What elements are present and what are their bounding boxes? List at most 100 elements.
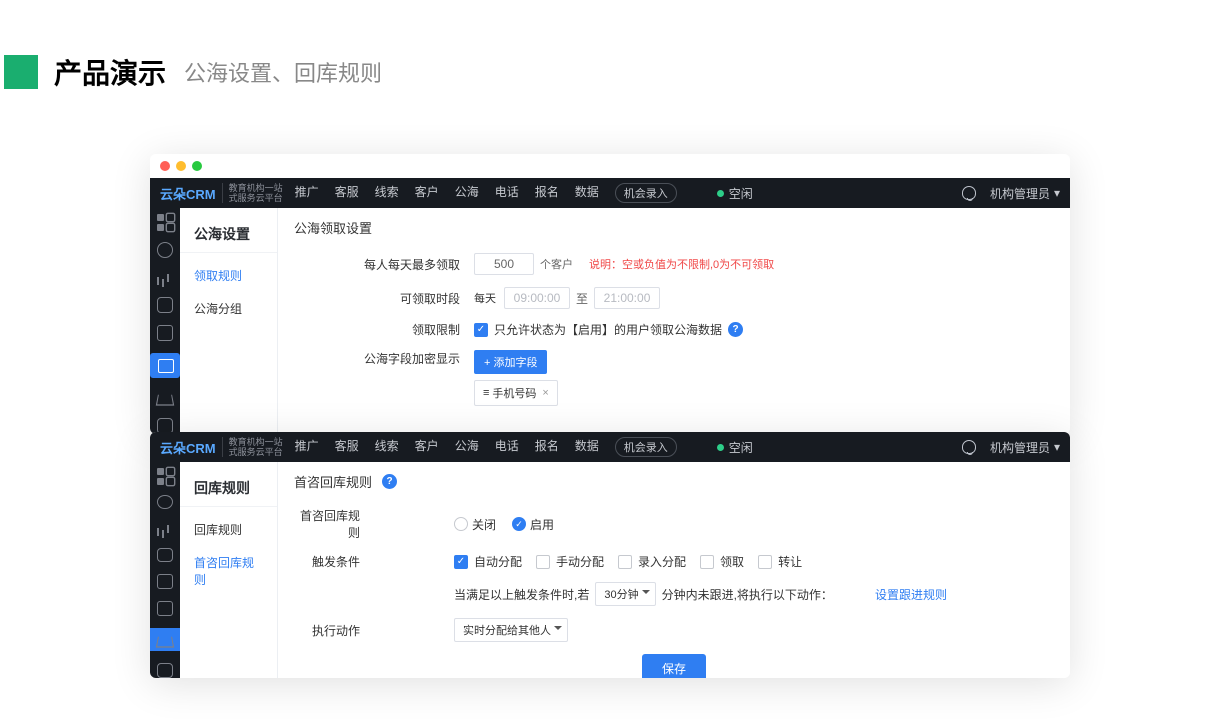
- radio-on[interactable]: 启用: [512, 516, 554, 533]
- rail-active-icon[interactable]: [150, 353, 180, 379]
- chevron-down-icon[interactable]: ▾: [1054, 186, 1060, 200]
- chk-auto-assign[interactable]: 自动分配: [454, 553, 522, 570]
- rail-chart-icon[interactable]: [157, 270, 173, 286]
- radio-off[interactable]: 关闭: [454, 516, 496, 533]
- input-time-to[interactable]: 21:00:00: [594, 287, 660, 309]
- row-enable: 首咨回库规则 关闭 启用: [294, 507, 1054, 541]
- menu2-public-sea[interactable]: 公海: [455, 437, 479, 457]
- bell-icon-2[interactable]: [962, 440, 976, 454]
- bell-icon[interactable]: [962, 186, 976, 200]
- rail-shield-icon[interactable]: [157, 242, 173, 258]
- label-enable: 首咨回库规则: [294, 507, 374, 541]
- status-text-2: 空闲: [729, 439, 753, 456]
- rail2-person-icon[interactable]: [157, 663, 173, 678]
- section-title-2: 首咨回库规则 ?: [294, 472, 1054, 491]
- menu-signup[interactable]: 报名: [535, 183, 559, 203]
- chk-manual-assign[interactable]: 手动分配: [536, 553, 604, 570]
- sidebar2-item-return[interactable]: 回库规则: [180, 513, 277, 546]
- dd-exec-action[interactable]: 实时分配给其他人: [454, 618, 568, 642]
- close-dot-icon[interactable]: [160, 161, 170, 171]
- chk-claim[interactable]: 领取: [700, 553, 744, 570]
- user-label-2[interactable]: 机构管理员: [990, 439, 1050, 456]
- menu2-leads[interactable]: 线索: [375, 437, 399, 457]
- row-max-claim: 每人每天最多领取 500 个客户 说明：空或负值为不限制,0为不可领取: [294, 253, 1054, 275]
- sidebar-2: 回库规则 回库规则 首咨回库规则: [180, 462, 278, 678]
- tag-text: 手机号码: [492, 385, 536, 401]
- top-menu: 推广 客服 线索 客户 公海 电话 报名 数据 机会录入: [295, 183, 677, 203]
- help-icon-2[interactable]: ?: [382, 474, 397, 489]
- menu-data[interactable]: 数据: [575, 183, 599, 203]
- icon-rail-2: [150, 462, 180, 678]
- menu-public-sea[interactable]: 公海: [455, 183, 479, 203]
- rail2-shield-icon[interactable]: [157, 495, 173, 510]
- link-follow-rule[interactable]: 设置跟进规则: [875, 586, 947, 603]
- menu2-phone[interactable]: 电话: [495, 437, 519, 457]
- menu2-signup[interactable]: 报名: [535, 437, 559, 457]
- label-mask-fields: 公海字段加密显示: [294, 350, 474, 367]
- rail-user-icon[interactable]: [157, 297, 173, 313]
- menu-leads[interactable]: 线索: [375, 183, 399, 203]
- rail2-active[interactable]: [150, 628, 180, 652]
- icon-rail: [150, 208, 180, 434]
- max-dot-icon[interactable]: [192, 161, 202, 171]
- sidebar-item-groups[interactable]: 公海分组: [180, 292, 277, 325]
- opportunity-input-button-2[interactable]: 机会录入: [615, 437, 677, 457]
- rail2-user-icon[interactable]: [157, 548, 173, 563]
- status-indicator-2[interactable]: 空闲: [717, 439, 753, 456]
- opportunity-input-button[interactable]: 机会录入: [615, 183, 677, 203]
- menu2-cs[interactable]: 客服: [335, 437, 359, 457]
- rail-doc-icon[interactable]: [157, 325, 173, 341]
- slide-header: 产品演示 公海设置、回库规则: [4, 52, 382, 92]
- rail2-apps-icon[interactable]: [157, 468, 173, 483]
- slide-title: 产品演示: [54, 52, 166, 92]
- sidebar: 公海设置 领取规则 公海分组: [180, 208, 278, 434]
- rail2-chart-icon[interactable]: [157, 521, 173, 536]
- menu-phone[interactable]: 电话: [495, 183, 519, 203]
- rail2-doc-icon[interactable]: [157, 574, 173, 589]
- status-text: 空闲: [729, 185, 753, 202]
- remove-tag-icon[interactable]: ×: [542, 387, 548, 399]
- label-claim-limit: 领取限制: [294, 321, 474, 338]
- menu2-data[interactable]: 数据: [575, 437, 599, 457]
- rail2-box-icon[interactable]: [157, 601, 173, 616]
- condition-line: 当满足以上触发条件时,若 30分钟 分钟内未跟进,将执行以下动作： 设置跟进规则: [454, 582, 947, 606]
- row-trigger: 触发条件 自动分配 手动分配 录入分配 领取 转让: [294, 553, 1054, 570]
- mac-traffic-lights: [150, 154, 1070, 178]
- min-dot-icon[interactable]: [176, 161, 186, 171]
- sidebar2-head: 回库规则: [180, 470, 277, 507]
- rail-funnel-icon[interactable]: [157, 390, 173, 406]
- slide-subtitle: 公海设置、回库规则: [184, 56, 382, 88]
- menu2-customers[interactable]: 客户: [415, 437, 439, 457]
- tag-phone: ≡ 手机号码 ×: [474, 380, 558, 406]
- menu-customers[interactable]: 客户: [415, 183, 439, 203]
- sidebar2-item-first-consult[interactable]: 首咨回库规则: [180, 546, 277, 596]
- menu-cs[interactable]: 客服: [335, 183, 359, 203]
- user-label[interactable]: 机构管理员: [990, 185, 1050, 202]
- save-button[interactable]: 保存: [642, 654, 706, 678]
- text-active-only: 只允许状态为【启用】的用户领取公海数据: [494, 321, 722, 338]
- input-time-from[interactable]: 09:00:00: [504, 287, 570, 309]
- input-max-claim[interactable]: 500: [474, 253, 534, 275]
- rail2-funnel-icon: [157, 632, 173, 648]
- menu-promo[interactable]: 推广: [295, 183, 319, 203]
- topbar: 云朵CRM 教育机构一站式服务云平台 推广 客服 线索 客户 公海 电话 报名 …: [150, 178, 1070, 208]
- trigger-checkbox-row: 自动分配 手动分配 录入分配 领取 转让: [454, 553, 812, 570]
- drag-handle-icon[interactable]: ≡: [483, 387, 488, 399]
- checkbox-active-only[interactable]: [474, 323, 488, 337]
- note-max-claim: 说明：空或负值为不限制,0为不可领取: [589, 256, 774, 272]
- logo-block-2: 云朵CRM 教育机构一站式服务云平台: [160, 437, 283, 457]
- help-icon[interactable]: ?: [728, 322, 743, 337]
- status-indicator[interactable]: 空闲: [717, 185, 753, 202]
- chevron-down-icon-2[interactable]: ▾: [1054, 440, 1060, 454]
- menu2-promo[interactable]: 推广: [295, 437, 319, 457]
- rail-apps-icon[interactable]: [157, 214, 173, 230]
- chk-transfer[interactable]: 转让: [758, 553, 802, 570]
- logo-text-2: 云朵CRM: [160, 438, 216, 457]
- chk-input-assign[interactable]: 录入分配: [618, 553, 686, 570]
- topbar-2: 云朵CRM 教育机构一站式服务云平台 推广 客服 线索 客户 公海 电话 报名 …: [150, 432, 1070, 462]
- add-field-button[interactable]: + 添加字段: [474, 350, 547, 374]
- sidebar-item-claim-rule[interactable]: 领取规则: [180, 259, 277, 292]
- top-menu-2: 推广 客服 线索 客户 公海 电话 报名 数据 机会录入: [295, 437, 677, 457]
- dd-minutes[interactable]: 30分钟: [595, 582, 655, 606]
- time-to-label: 至: [576, 290, 588, 307]
